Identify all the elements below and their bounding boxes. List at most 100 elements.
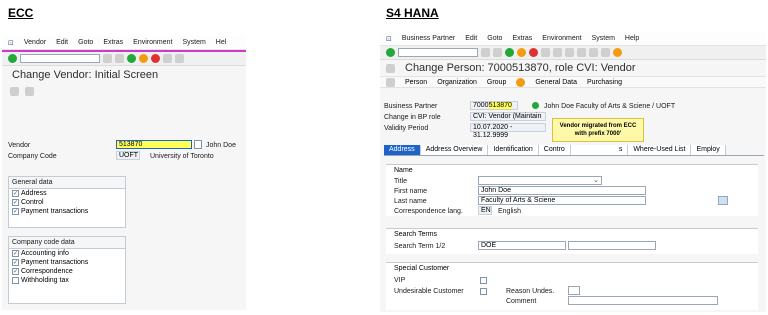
cancel-icon[interactable] bbox=[529, 48, 538, 57]
s4-menu-environment[interactable]: Environment bbox=[542, 35, 581, 42]
back-icon[interactable] bbox=[127, 54, 136, 63]
ecc-menu-system[interactable]: System bbox=[182, 39, 205, 46]
first-name-field[interactable]: John Doe bbox=[478, 186, 646, 195]
role-field[interactable]: CVI: Vendor (Maintain bbox=[470, 112, 546, 121]
app-btn-general-data[interactable]: General Data bbox=[535, 79, 577, 86]
app-btn-group[interactable]: Group bbox=[487, 79, 506, 86]
undesirable-checkbox[interactable] bbox=[480, 288, 487, 295]
print-icon[interactable] bbox=[163, 54, 172, 63]
s4-menu-help[interactable]: Help bbox=[625, 35, 639, 42]
ecc-menu-icon[interactable]: ⊡ bbox=[8, 39, 14, 47]
tab-hidden[interactable]: s bbox=[570, 145, 629, 155]
s4-command-field[interactable] bbox=[398, 48, 478, 57]
ecc-menu-help[interactable]: Hel bbox=[216, 39, 227, 46]
last-page-icon[interactable] bbox=[601, 48, 610, 57]
ecc-app-icon-1[interactable] bbox=[10, 86, 19, 96]
special-customer-title: Special Customer bbox=[394, 265, 450, 272]
s4-title-icon bbox=[386, 63, 395, 73]
checkbox-icon[interactable]: ✓ bbox=[12, 259, 19, 266]
exit-icon[interactable] bbox=[517, 48, 526, 57]
name-detail-icon[interactable] bbox=[718, 196, 728, 205]
back-nav-icon[interactable] bbox=[481, 48, 490, 57]
s4-toggle-icon[interactable] bbox=[386, 77, 395, 87]
cc-withholding-row[interactable]: Withholding tax bbox=[9, 276, 125, 285]
s4-menu-system[interactable]: System bbox=[592, 35, 615, 42]
s4-menu-icon[interactable]: ⊡ bbox=[386, 35, 392, 43]
cc-payment-row[interactable]: ✓ Payment transactions bbox=[9, 258, 125, 267]
app-btn-purchasing[interactable]: Purchasing bbox=[587, 79, 622, 86]
tab-employ[interactable]: Employ bbox=[691, 145, 726, 155]
ecc-menu-environment[interactable]: Environment bbox=[133, 39, 172, 46]
tab-address[interactable]: Address bbox=[384, 145, 421, 155]
tab-address-overview[interactable]: Address Overview bbox=[420, 145, 489, 155]
ecc-menu-vendor[interactable]: Vendor bbox=[24, 39, 46, 46]
help-icon[interactable] bbox=[613, 48, 622, 57]
checkbox-icon[interactable]: ✓ bbox=[12, 190, 19, 197]
s4-menu-goto[interactable]: Goto bbox=[487, 35, 502, 42]
corr-lang-code[interactable]: EN bbox=[478, 206, 492, 215]
ecc-heading: ECC bbox=[8, 6, 34, 20]
general-address-row[interactable]: ✓ Address bbox=[9, 189, 125, 198]
company-code-field[interactable]: UOFT bbox=[116, 151, 140, 160]
search-term-label: Search Term 1/2 bbox=[394, 243, 446, 250]
ecc-page-title: Change Vendor: Initial Screen bbox=[12, 69, 159, 81]
checkbox-icon[interactable]: ✓ bbox=[12, 268, 19, 275]
checkbox-icon[interactable]: ✓ bbox=[12, 208, 19, 215]
prev-page-icon[interactable] bbox=[577, 48, 586, 57]
first-name-label: First name bbox=[394, 188, 428, 195]
save-icon[interactable] bbox=[115, 54, 124, 63]
vip-checkbox[interactable] bbox=[480, 277, 487, 284]
enter-icon[interactable] bbox=[8, 54, 17, 63]
reason-field[interactable] bbox=[568, 286, 580, 295]
chevron-down-icon: ⌄ bbox=[593, 177, 599, 184]
general-control-row[interactable]: ✓ Control bbox=[9, 198, 125, 207]
ecc-menu-edit[interactable]: Edit bbox=[56, 39, 68, 46]
ecc-toolbar bbox=[2, 52, 246, 66]
checkbox-icon[interactable]: ✓ bbox=[12, 199, 19, 206]
comment-field[interactable] bbox=[568, 296, 718, 305]
title-dropdown[interactable]: ⌄ bbox=[478, 176, 602, 185]
cc-correspondence-row[interactable]: ✓ Correspondence bbox=[9, 267, 125, 276]
ecc-menu-goto[interactable]: Goto bbox=[78, 39, 93, 46]
enter-icon[interactable] bbox=[386, 48, 395, 57]
exit-icon[interactable] bbox=[139, 54, 148, 63]
cancel-icon[interactable] bbox=[151, 54, 160, 63]
checkbox-icon[interactable]: ✓ bbox=[12, 250, 19, 257]
s4-heading: S4 HANA bbox=[386, 6, 439, 20]
edit-icon[interactable] bbox=[516, 77, 526, 87]
s4-menu-extras[interactable]: Extras bbox=[512, 35, 532, 42]
s4-menu-edit[interactable]: Edit bbox=[465, 35, 477, 42]
print-icon[interactable] bbox=[541, 48, 550, 57]
app-btn-person[interactable]: Person bbox=[405, 79, 427, 86]
tab-control[interactable]: Contro bbox=[538, 145, 571, 155]
back-nav-icon[interactable] bbox=[103, 54, 112, 63]
bp-number-field[interactable]: 7000513870 bbox=[470, 101, 518, 110]
tab-identification[interactable]: Identification bbox=[488, 145, 539, 155]
corr-lang-name: English bbox=[498, 208, 521, 215]
back-icon[interactable] bbox=[505, 48, 514, 57]
vendor-input[interactable]: 513870 bbox=[116, 140, 192, 149]
s4-menu-business-partner[interactable]: Business Partner bbox=[402, 35, 455, 42]
tab-where-used[interactable]: Where-Used List bbox=[628, 145, 692, 155]
validity-field[interactable]: 10.07.2020 - 31.12.9999 bbox=[470, 123, 546, 139]
vendor-search-help-icon[interactable] bbox=[194, 140, 202, 149]
ecc-menu-extras[interactable]: Extras bbox=[103, 39, 123, 46]
bp-name: John Doe Faculty of Arts & Sciene / UOFT bbox=[544, 103, 676, 110]
find-icon[interactable] bbox=[553, 48, 562, 57]
last-name-field[interactable]: Faculty of Arts & Sciene bbox=[478, 196, 646, 205]
checkbox-icon[interactable] bbox=[12, 277, 19, 284]
search-term-2-field[interactable] bbox=[568, 241, 656, 250]
general-payment-row[interactable]: ✓ Payment transactions bbox=[9, 207, 125, 216]
next-page-icon[interactable] bbox=[589, 48, 598, 57]
find-icon[interactable] bbox=[175, 54, 184, 63]
first-page-icon[interactable] bbox=[565, 48, 574, 57]
ecc-app-icon-2[interactable] bbox=[25, 86, 34, 96]
general-data-group: General data ✓ Address ✓ Control ✓ Payment … bbox=[8, 176, 126, 228]
search-term-1-field[interactable]: DOE bbox=[478, 241, 566, 250]
role-label: Change in BP role bbox=[384, 114, 441, 121]
save-icon[interactable] bbox=[493, 48, 502, 57]
cc-accounting-row[interactable]: ✓ Accounting info bbox=[9, 249, 125, 258]
s4-tab-strip: Address Address Overview Identification … bbox=[384, 145, 764, 156]
ecc-command-field[interactable] bbox=[20, 54, 100, 63]
app-btn-organization[interactable]: Organization bbox=[437, 79, 477, 86]
